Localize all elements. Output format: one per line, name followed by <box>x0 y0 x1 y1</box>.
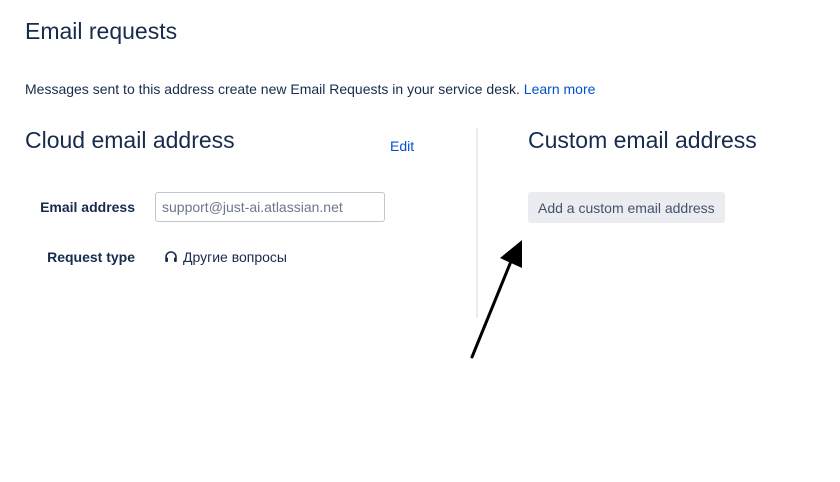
edit-link[interactable]: Edit <box>390 138 414 154</box>
intro-description: Messages sent to this address create new… <box>25 81 524 97</box>
custom-email-section-title: Custom email address <box>528 127 757 153</box>
request-type-value: Другие вопросы <box>164 249 287 265</box>
page-title: Email requests <box>25 18 178 44</box>
intro-text: Messages sent to this address create new… <box>25 81 595 97</box>
email-requests-page: Email requests Messages sent to this add… <box>0 0 840 482</box>
learn-more-link[interactable]: Learn more <box>524 81 596 97</box>
request-type-text: Другие вопросы <box>183 249 287 265</box>
request-type-label: Request type <box>47 249 135 265</box>
email-address-label: Email address <box>40 199 135 215</box>
email-address-field[interactable] <box>155 192 385 222</box>
cloud-email-section-title: Cloud email address <box>25 127 235 153</box>
arrow-annotation-icon <box>470 240 522 359</box>
headset-icon <box>164 250 178 264</box>
add-custom-email-button[interactable]: Add a custom email address <box>528 192 725 223</box>
